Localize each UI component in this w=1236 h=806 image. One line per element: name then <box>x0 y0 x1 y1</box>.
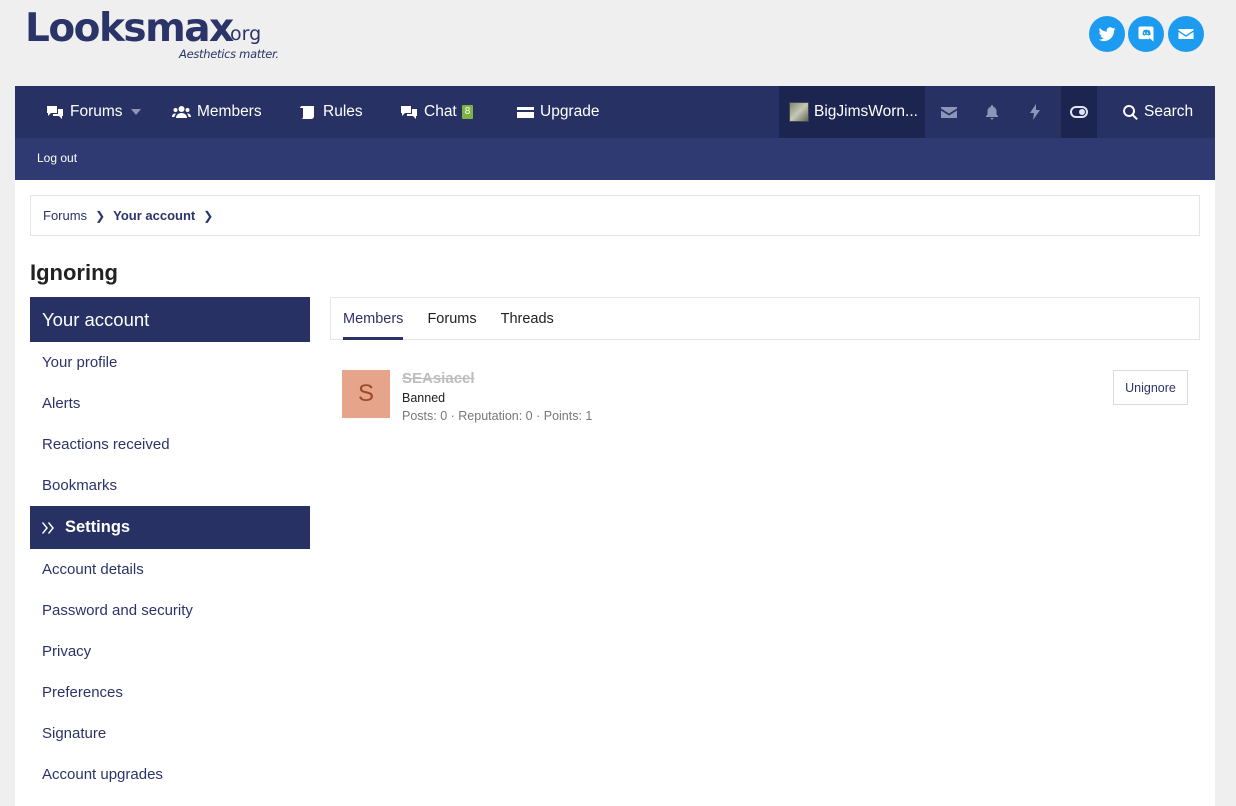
site-logo[interactable]: Looksmax .org Aesthetics matter. <box>25 6 279 62</box>
member-avatar[interactable]: S <box>342 370 390 418</box>
user-avatar <box>789 102 809 122</box>
breadcrumb-account[interactable]: Your account <box>113 208 195 223</box>
nav-rules[interactable]: Rules <box>299 86 363 138</box>
tab-members[interactable]: Members <box>343 298 404 340</box>
credit-card-icon <box>517 106 534 118</box>
nav-upgrade[interactable]: Upgrade <box>517 86 599 138</box>
chat-count-badge: 8 <box>461 105 474 119</box>
page-title: Ignoring <box>30 260 118 285</box>
nav-search[interactable]: Search <box>1123 86 1193 138</box>
nav-forums[interactable]: Forums <box>46 86 123 138</box>
sidebar-item-password[interactable]: Password and security <box>30 590 310 631</box>
nav-alerts[interactable] <box>974 86 1010 138</box>
users-icon <box>172 106 191 118</box>
angle-double-right-icon <box>42 521 54 534</box>
sidebar-item-account-details[interactable]: Account details <box>30 549 310 590</box>
site-header: Looksmax .org Aesthetics matter. <box>0 0 1236 86</box>
sidebar-item-bookmarks[interactable]: Bookmarks <box>30 465 310 506</box>
sidebar-item-reactions[interactable]: Reactions received <box>30 424 310 465</box>
chevron-right-icon: ❯ <box>203 208 214 223</box>
mail-icon <box>1178 29 1194 39</box>
logout-link[interactable]: Log out <box>37 151 77 165</box>
unignore-button[interactable]: Unignore <box>1113 370 1188 405</box>
page-content: Forums ❯ Your account ❯ Ignoring Your ac… <box>15 180 1215 806</box>
logo-domain: .org <box>224 23 262 45</box>
chat-icon <box>401 105 417 119</box>
member-stats: Posts: 0 · Reputation: 0 · Points: 1 <box>402 409 593 423</box>
comments-icon <box>47 105 63 119</box>
sidebar-item-upgrades[interactable]: Account upgrades <box>30 754 310 795</box>
tab-forums[interactable]: Forums <box>427 298 476 339</box>
bolt-icon <box>1030 104 1040 120</box>
sidebar-item-privacy[interactable]: Privacy <box>30 631 310 672</box>
search-icon <box>1123 104 1138 120</box>
envelope-icon <box>941 106 957 118</box>
logo-wordmark: Looksmax <box>25 6 234 51</box>
sidebar-item-signature[interactable]: Signature <box>30 713 310 754</box>
main-navbar: Forums Members Rules Chat 8 Upgrade BigJ… <box>15 86 1215 138</box>
member-title: Banned <box>402 391 446 405</box>
discord-button[interactable] <box>1128 16 1164 52</box>
sidebar-item-profile[interactable]: Your profile <box>30 342 310 383</box>
sidebar-item-preferences[interactable]: Preferences <box>30 672 310 713</box>
ignoring-panel: Members Forums Threads S SEAsiacel Banne… <box>330 297 1200 423</box>
list-item: S SEAsiacel Banned Posts: 0 · Reputation… <box>342 370 1188 423</box>
bell-icon <box>986 104 998 119</box>
twitter-icon <box>1098 27 1116 42</box>
account-sidebar: Your account Your profile Alerts Reactio… <box>30 297 310 795</box>
sidebar-header: Your account <box>30 297 310 342</box>
twitter-button[interactable] <box>1089 16 1125 52</box>
ignore-tabs: Members Forums Threads <box>330 297 1200 340</box>
nav-user-account[interactable]: BigJimsWorn... <box>789 86 918 138</box>
caret-down-icon <box>131 109 141 115</box>
scroll-icon <box>300 105 314 119</box>
sidebar-item-alerts[interactable]: Alerts <box>30 383 310 424</box>
nav-whats-new[interactable] <box>1017 86 1053 138</box>
sidebar-section-settings[interactable]: Settings <box>30 506 310 549</box>
email-button[interactable] <box>1168 16 1204 52</box>
nav-members[interactable]: Members <box>172 86 262 138</box>
chevron-right-icon: ❯ <box>95 208 106 223</box>
nav-chat[interactable]: Chat 8 <box>400 86 474 138</box>
logo-tagline: Aesthetics matter. <box>179 47 279 61</box>
toggle-icon <box>1070 106 1088 118</box>
tab-threads[interactable]: Threads <box>501 298 554 339</box>
member-name[interactable]: SEAsiacel <box>402 370 475 387</box>
nav-forums-dropdown[interactable] <box>131 86 147 138</box>
nav-inbox[interactable] <box>931 86 967 138</box>
breadcrumb-forums[interactable]: Forums <box>43 208 87 223</box>
breadcrumb: Forums ❯ Your account ❯ <box>30 195 1200 236</box>
nav-style-toggle[interactable] <box>1061 86 1097 138</box>
sub-navbar: Log out <box>15 138 1215 180</box>
discord-icon <box>1138 26 1154 42</box>
